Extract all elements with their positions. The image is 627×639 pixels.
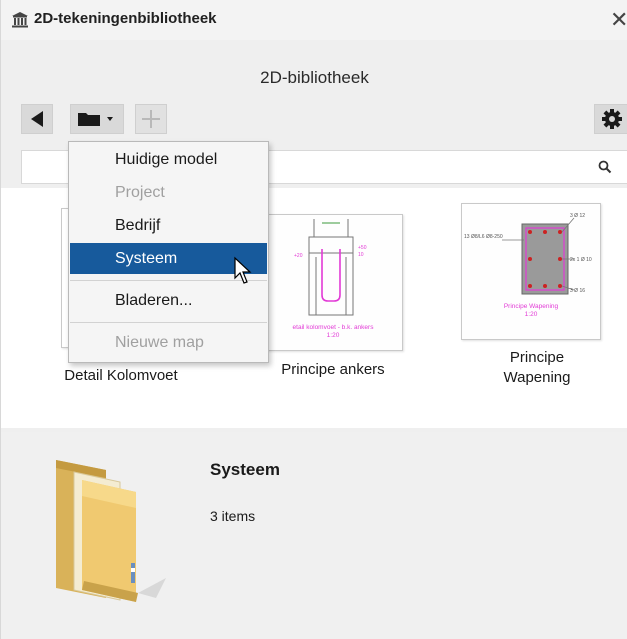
thumb-caption: Principe Wapening <box>504 303 559 310</box>
item-label-line: Principe <box>509 349 565 366</box>
dim-label: 13 Ø8/L6 Ø8-250 <box>464 234 503 240</box>
dim-label: 2x 1 Ø 10 <box>570 257 592 263</box>
settings-button[interactable] <box>594 104 627 134</box>
library-title: 2D-bibliotheek <box>260 68 369 87</box>
selected-folder-count: 3 items <box>210 508 256 524</box>
menu-item-huidige-model[interactable]: Huidige model <box>70 144 267 175</box>
folder-dropdown-button[interactable] <box>70 104 124 134</box>
item-label[interactable]: Detail Kolomvoet <box>41 366 201 386</box>
item-label[interactable]: Principe ankers <box>251 360 415 380</box>
selected-folder-name: Systeem <box>210 460 280 479</box>
details-pane: Systeem 3 items <box>1 432 627 639</box>
folder-dropdown-menu: Huidige model Project Bedrijf Systeem Bl… <box>68 141 269 363</box>
item-thumbnail-principe-wapening[interactable]: 3 Ø 12 13 Ø8/L6 Ø8-250 2x 1 Ø 10 3 Ø 16 … <box>461 203 601 340</box>
dim-label: 3 Ø 16 <box>570 288 585 294</box>
dim-label: +20 <box>294 253 303 259</box>
anchor-drawing: +20 +50 10 etail kolomvoet - b.k. ankers… <box>293 219 375 339</box>
close-button[interactable]: ✕ <box>610 6 627 34</box>
menu-item-nieuwe-map[interactable]: Nieuwe map <box>70 327 267 358</box>
triangle-left-icon <box>31 111 43 127</box>
item-label[interactable]: Principe Wapening <box>457 348 617 388</box>
dim-label: +50 <box>358 245 367 251</box>
search-icon[interactable] <box>598 160 612 174</box>
dim-label: 10 <box>358 252 364 258</box>
add-button[interactable] <box>135 104 167 134</box>
back-button[interactable] <box>21 104 53 134</box>
item-thumbnail-principe-ankers[interactable]: +20 +50 10 etail kolomvoet - b.k. ankers… <box>263 214 403 351</box>
thumb-caption: etail kolomvoet - b.k. ankers <box>293 324 375 331</box>
window-title: 2D-tekeningenbibliotheek <box>34 10 217 27</box>
plus-icon <box>142 110 160 128</box>
folder-dropdown-icon <box>78 113 113 126</box>
thumb-scale: 1:20 <box>327 332 340 339</box>
rebar-drawing: 3 Ø 12 13 Ø8/L6 Ø8-250 2x 1 Ø 10 3 Ø 16 … <box>464 213 592 318</box>
title-bar: 2D-tekeningenbibliotheek ✕ <box>1 0 627 40</box>
gear-icon <box>602 109 622 129</box>
folder-icon <box>56 460 166 602</box>
thumb-scale: 1:20 <box>525 311 538 318</box>
menu-item-project[interactable]: Project <box>70 177 267 208</box>
menu-item-bedrijf[interactable]: Bedrijf <box>70 210 267 241</box>
library-icon <box>12 12 28 28</box>
menu-item-bladeren[interactable]: Bladeren... <box>70 285 267 316</box>
close-icon: ✕ <box>610 7 627 32</box>
mouse-cursor-icon <box>234 256 252 284</box>
dim-label: 3 Ø 12 <box>570 213 585 219</box>
item-label-line: Wapening <box>503 369 571 386</box>
menu-separator <box>70 322 267 323</box>
drawing-library-window: 2D-tekeningenbibliotheek ✕ 2D-bibliothee… <box>0 0 627 639</box>
